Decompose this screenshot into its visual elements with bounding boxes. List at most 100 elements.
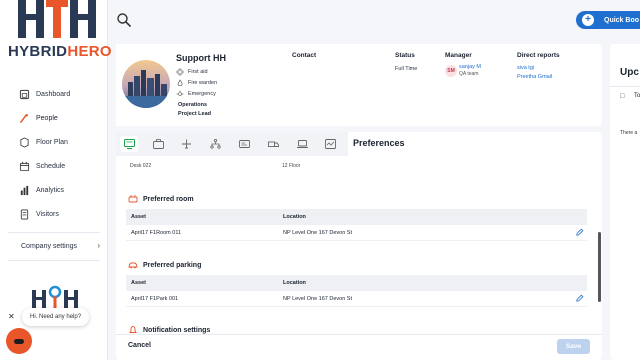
upcoming-title: Upc [620, 67, 639, 78]
sidebar-item-label: Analytics [36, 186, 65, 194]
status-label: Status [395, 52, 415, 59]
sidebar-item-label: Floor Plan [36, 138, 68, 146]
calendar-icon [18, 160, 30, 172]
profile-name: Support HH [176, 53, 226, 63]
upcoming-divider [610, 86, 640, 87]
home-icon [18, 88, 30, 100]
contact-label: Contact [292, 52, 317, 59]
sidebar-item-people[interactable]: People [0, 106, 108, 130]
column-header-location: Location [283, 280, 306, 286]
logo-wordmark: HYBRIDHERO [8, 43, 112, 60]
sidebar: HYBRIDHERO Dashboard People Floor Plan S… [0, 0, 112, 360]
airplane-icon [181, 139, 191, 149]
direct-report-link[interactable]: siva tgi [517, 65, 534, 71]
tab-devices[interactable] [293, 136, 311, 152]
room-location: NP Level One 167 Devon St [283, 230, 352, 236]
direct-reports-label: Direct reports [517, 52, 560, 59]
sidebar-item-label: Visitors [36, 210, 59, 218]
screen-icon [123, 139, 135, 149]
desk-row-asset: Desk 022 [130, 163, 152, 169]
preferences-title: Preferences [353, 138, 405, 148]
avatar[interactable] [122, 60, 170, 108]
tab-org[interactable] [206, 136, 224, 152]
panel-footer: Cancel Save [116, 334, 602, 360]
sidebar-item-floor-plan[interactable]: Floor Plan [0, 130, 108, 154]
org-chart-icon [209, 139, 221, 149]
room-table-header: Asset Location [126, 209, 587, 225]
sidebar-nav: Dashboard People Floor Plan Schedule Ana… [0, 82, 108, 226]
manager-name-link[interactable]: sanjay M [459, 64, 481, 70]
quick-book-label: Quick Boo [604, 16, 640, 24]
id-card-icon [238, 140, 250, 148]
profile-tabstrip [116, 132, 348, 156]
close-icon[interactable]: ✕ [8, 312, 15, 321]
scrollbar-thumb[interactable] [598, 232, 601, 302]
tab-travel[interactable] [177, 136, 195, 152]
briefcase-icon [152, 139, 164, 149]
column-header-asset: Asset [131, 280, 146, 286]
search-icon[interactable] [116, 12, 132, 28]
sidebar-divider [8, 260, 100, 261]
profile-title: Project Lead [178, 111, 212, 117]
tab-vehicle[interactable] [264, 136, 282, 152]
sidebar-item-label: Dashboard [36, 90, 71, 98]
sidebar-item-dashboard[interactable]: Dashboard [0, 82, 108, 106]
tab-activity[interactable] [321, 136, 339, 152]
role-emergency: Emergency [176, 90, 216, 98]
cancel-button[interactable]: Cancel [128, 342, 151, 349]
room-asset: April17 F1Room 011 [131, 230, 182, 236]
save-button[interactable]: Save [557, 339, 590, 354]
upcoming-note: There a [620, 130, 638, 136]
parking-asset: April17 F1Park 001 [131, 296, 179, 302]
profile-department: Operations [178, 102, 208, 108]
chevron-right-icon: › [97, 241, 100, 250]
column-header-asset: Asset [131, 214, 146, 220]
table-row: April17 F1Park 001 NP Level One 167 Devo… [126, 291, 587, 307]
calendar-icon: □ [620, 93, 625, 100]
preferences-panel: Preferences Desk 022 12 Floor Preferred … [116, 132, 602, 360]
upcoming-panel: Upc □ To There a [610, 44, 640, 360]
direct-report-link[interactable]: Preetha Gmail [517, 74, 552, 80]
hybridhero-logo[interactable]: HYBRIDHERO [8, 0, 112, 64]
manager-label: Manager [445, 52, 472, 59]
parking-table-header: Asset Location [126, 275, 587, 291]
chat-button[interactable] [6, 328, 32, 354]
sidebar-item-visitors[interactable]: Visitors [0, 202, 108, 226]
edit-icon[interactable] [575, 294, 584, 303]
profile-summary: Support HH First aid Fire warden Emergen… [116, 44, 286, 126]
fire-icon [177, 79, 183, 86]
chart-icon [18, 184, 30, 196]
visitor-icon [18, 208, 30, 220]
help-bubble[interactable]: Hi. Need any help? [22, 308, 90, 326]
tab-work[interactable] [149, 136, 167, 152]
tab-id-card[interactable] [235, 136, 253, 152]
sidebar-item-label: People [36, 114, 58, 122]
plus-icon: + [582, 14, 594, 26]
floor-plan-icon [18, 136, 30, 148]
table-row: April17 F1Room 011 NP Level One 167 Devo… [126, 225, 587, 241]
edit-icon[interactable] [575, 228, 584, 237]
people-icon [18, 112, 30, 124]
role-first-aid: First aid [176, 68, 208, 76]
tab-preferences[interactable] [120, 136, 138, 152]
column-header-location: Location [283, 214, 306, 220]
logo-mark-icon [18, 0, 96, 38]
role-fire-warden: Fire warden [176, 79, 217, 87]
emergency-icon [176, 90, 184, 96]
company-settings-button[interactable]: Company settings › [0, 236, 108, 256]
activity-icon [324, 139, 336, 149]
car-icon [128, 262, 138, 269]
sidebar-item-schedule[interactable]: Schedule [0, 154, 108, 178]
first-aid-icon [176, 68, 184, 76]
manager-avatar[interactable]: SM [445, 65, 457, 77]
sidebar-item-analytics[interactable]: Analytics [0, 178, 108, 202]
company-settings-label: Company settings [21, 242, 78, 250]
upcoming-item[interactable]: To [634, 93, 640, 99]
status-value: Full Time [395, 66, 418, 72]
quick-book-button[interactable]: + Quick Boo [576, 11, 640, 29]
profile-card: Support HH First aid Fire warden Emergen… [116, 44, 602, 126]
parking-location: NP Level One 167 Devon St [283, 296, 352, 302]
sidebar-item-label: Schedule [36, 162, 66, 170]
chat-icon [14, 338, 24, 344]
preferred-parking-heading: Preferred parking [128, 260, 201, 270]
